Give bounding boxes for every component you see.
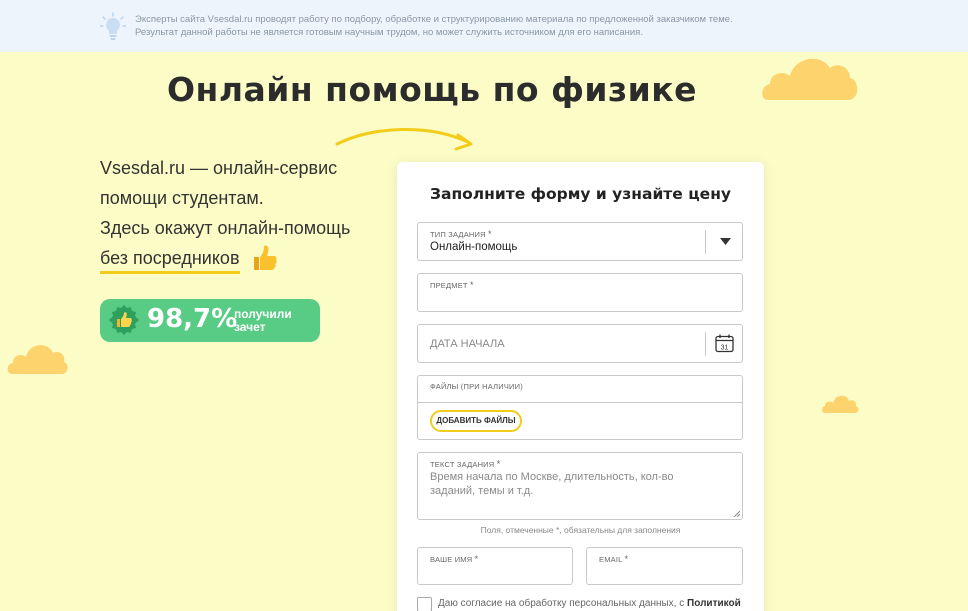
consent-text: Даю согласие на обработку персональных д… xyxy=(438,598,741,609)
consent-text-body: Даю согласие на обработку персональных д… xyxy=(438,598,685,609)
add-files-button[interactable]: ДОБАВИТЬ ФАЙЛЫ xyxy=(430,410,522,432)
form-heading: Заполните форму и узнайте цену xyxy=(429,185,732,203)
subject-label: ПРЕДМЕТ * xyxy=(430,280,474,290)
date-divider xyxy=(705,332,706,356)
files-label: ФАЙЛЫ (ПРИ НАЛИЧИИ) xyxy=(430,382,523,391)
success-rate-label-line-2: зачет xyxy=(234,320,266,334)
required-fields-hint: Поля, отмеченные *, обязательны для запо… xyxy=(480,525,681,535)
files-field: ФАЙЛЫ (ПРИ НАЛИЧИИ) ДОБАВИТЬ ФАЙЛЫ xyxy=(417,375,743,440)
consent-checkbox[interactable] xyxy=(417,597,432,611)
intro-line-4: без посредников xyxy=(100,246,240,274)
required-mark: * xyxy=(624,554,629,564)
task-type-label-text: ТИП ЗАДАНИЯ xyxy=(430,230,486,239)
email-label: EMAIL * xyxy=(599,554,628,564)
cloud-decoration-left xyxy=(7,345,68,374)
curved-arrow-decoration xyxy=(335,128,473,151)
page-title: Онлайн помощь по физике xyxy=(166,70,698,109)
name-label: ВАШЕ ИМЯ * xyxy=(430,554,478,564)
task-text-label: ТЕКСТ ЗАДАНИЯ * xyxy=(430,459,500,469)
required-mark: * xyxy=(474,554,479,564)
required-mark: * xyxy=(496,459,501,469)
email-label-text: EMAIL xyxy=(599,555,623,564)
task-text-label-text: ТЕКСТ ЗАДАНИЯ xyxy=(430,460,495,469)
required-mark: * xyxy=(488,229,492,239)
disclaimer-banner: Эксперты сайта Vsesdal.ru проводят работ… xyxy=(0,0,968,52)
subject-label-text: ПРЕДМЕТ xyxy=(430,281,468,290)
task-text-placeholder: Время начала по Москве, длительность, ко… xyxy=(430,471,674,497)
calendar-day: 31 xyxy=(721,345,729,352)
cloud-decoration-small xyxy=(822,395,859,413)
name-field[interactable]: ВАШЕ ИМЯ * xyxy=(417,547,573,585)
disclaimer-line-1: Эксперты сайта Vsesdal.ru проводят работ… xyxy=(135,14,733,25)
lightbulb-icon xyxy=(100,12,126,40)
intro-line-2: помощи студентам. xyxy=(100,188,264,208)
privacy-policy-link[interactable]: Политикой xyxy=(687,598,741,609)
start-date-field[interactable]: ДАТА НАЧАЛА 31 xyxy=(417,324,743,363)
start-date-placeholder: ДАТА НАЧАЛА xyxy=(430,338,505,350)
select-divider xyxy=(705,230,706,254)
task-type-value: Онлайн-помощь xyxy=(430,241,518,253)
intro-text: Vsesdal.ru — онлайн-сервис помощи студен… xyxy=(100,153,350,274)
subject-field[interactable]: ПРЕДМЕТ * xyxy=(417,273,743,312)
success-rate-badge: 98,7% получили зачет xyxy=(100,299,320,342)
chevron-down-icon[interactable] xyxy=(720,238,731,245)
required-mark: * xyxy=(470,280,474,290)
task-text-area[interactable]: ТЕКСТ ЗАДАНИЯ * Время начала по Москве, … xyxy=(417,452,743,520)
task-type-label: ТИП ЗАДАНИЯ * xyxy=(430,229,492,239)
files-divider xyxy=(418,402,742,403)
email-field[interactable]: EMAIL * xyxy=(586,547,743,585)
disclaimer-text: Эксперты сайта Vsesdal.ru проводят работ… xyxy=(135,13,733,39)
success-rate-value: 98,7% xyxy=(147,304,238,334)
order-form: Заполните форму и узнайте цену ТИП ЗАДАН… xyxy=(397,162,764,611)
task-type-select[interactable]: ТИП ЗАДАНИЯ * Онлайн-помощь xyxy=(417,222,743,261)
intro-line-1: Vsesdal.ru — онлайн-сервис xyxy=(100,158,338,178)
thumbs-up-icon xyxy=(254,245,277,270)
resize-handle-icon[interactable] xyxy=(733,510,740,517)
intro-line-3: Здесь окажут онлайн-помощь xyxy=(100,218,351,238)
success-rate-label: получили зачет xyxy=(234,308,292,334)
disclaimer-line-2: Результат данной работы не является гото… xyxy=(135,27,643,38)
calendar-icon[interactable]: 31 xyxy=(715,334,734,353)
thumbs-up-badge-icon xyxy=(109,305,139,335)
name-label-text: ВАШЕ ИМЯ xyxy=(430,555,473,564)
